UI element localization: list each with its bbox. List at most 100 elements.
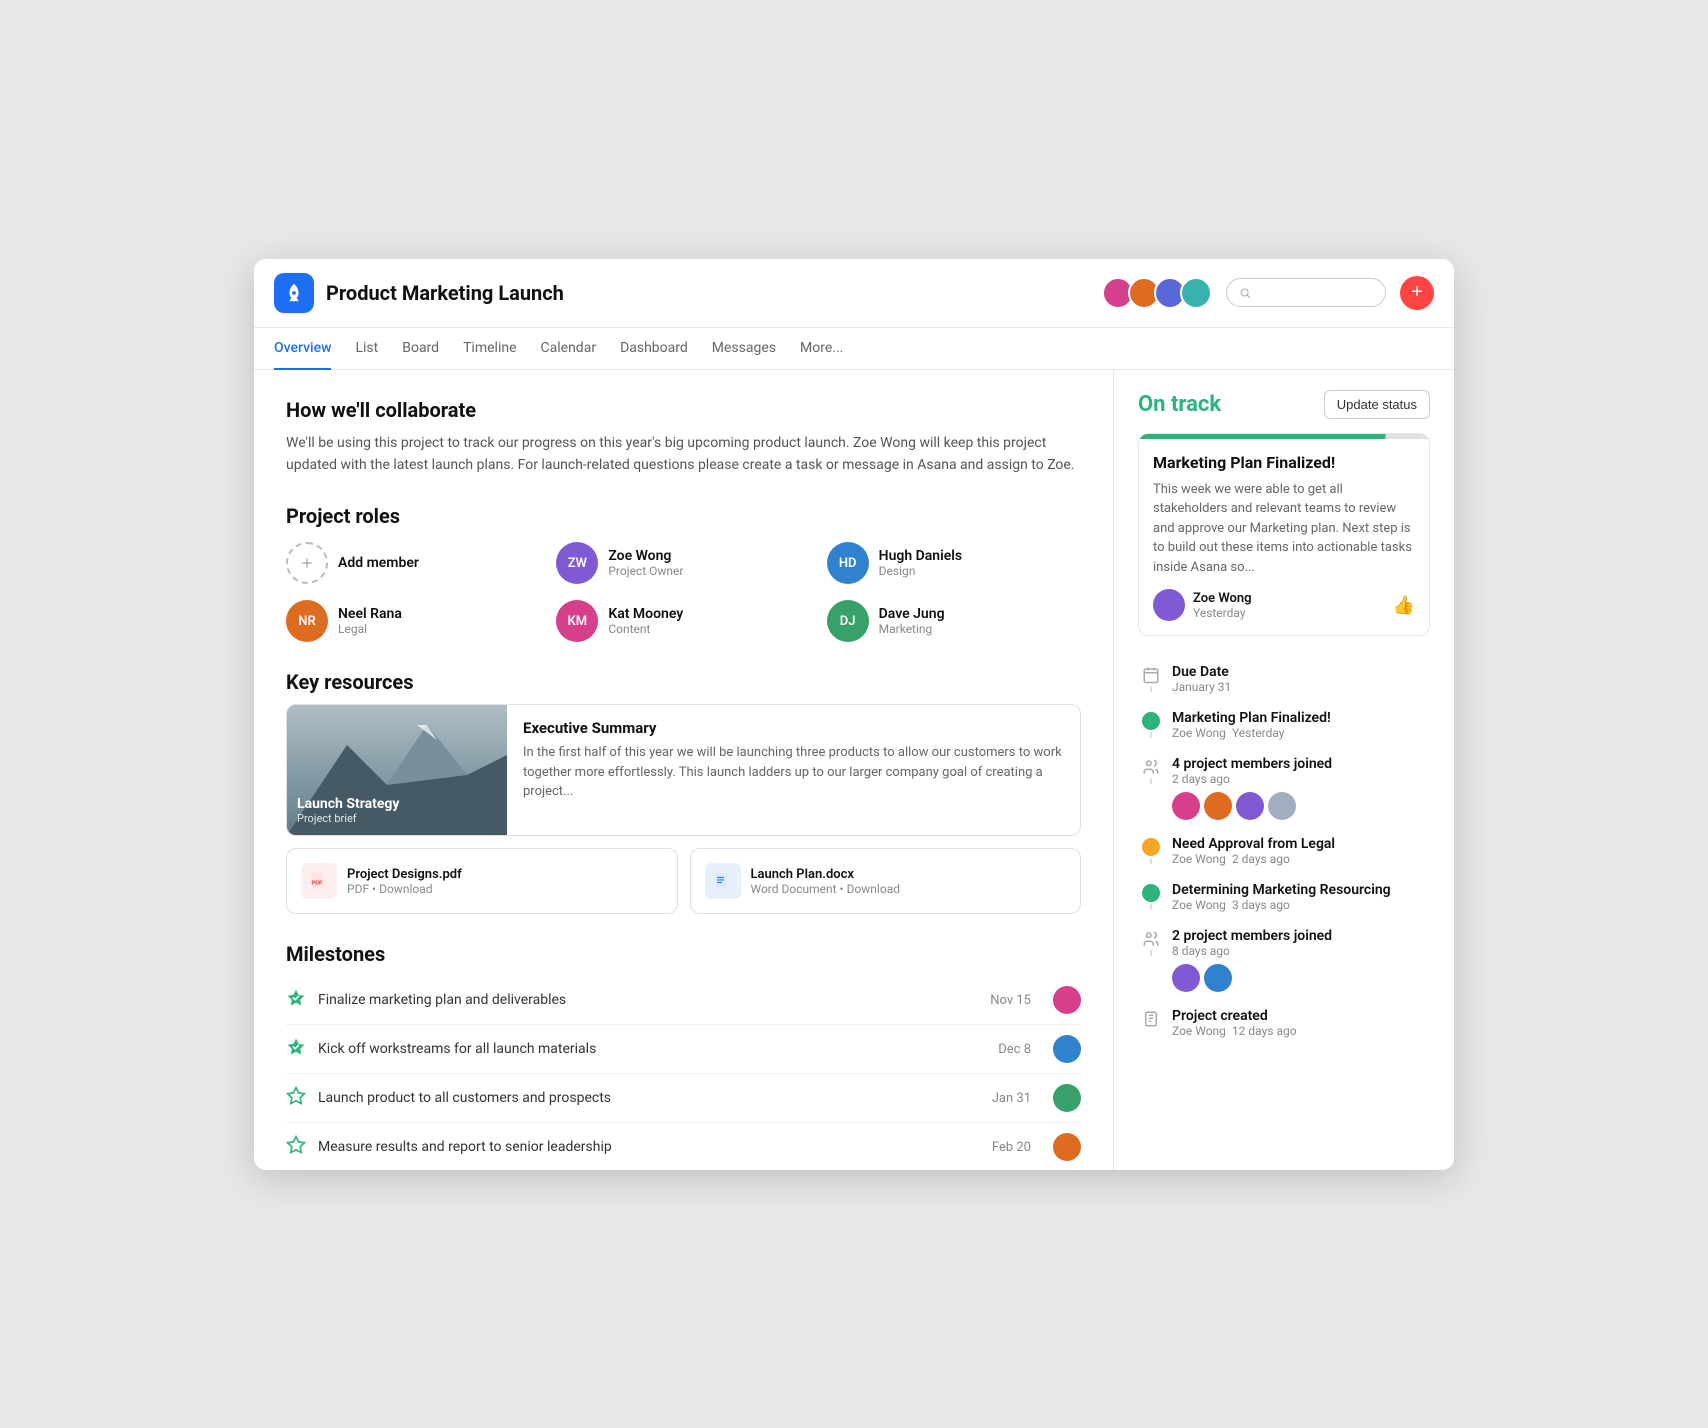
role-dave-jung: DJ Dave Jung Marketing [827, 600, 1081, 642]
doc-filename: Launch Plan.docx [751, 867, 900, 882]
marketing-finalized-author: Zoe Wong [1172, 726, 1226, 740]
resource-desc: Executive Summary In the first half of t… [507, 705, 1080, 835]
activity-timeline: Due Date January 31 Marketing Plan Final… [1138, 656, 1430, 1046]
author-avatar [1153, 589, 1185, 621]
legal-approval-time: 2 days ago [1232, 852, 1290, 866]
milestone-label-1: Finalize marketing plan and deliverables [318, 992, 978, 1008]
role-name-neel: Neel Rana [338, 606, 402, 622]
milestone-1: Finalize marketing plan and deliverables… [286, 976, 1081, 1025]
pdf-icon: PDF [301, 863, 337, 899]
collab-title: How we'll collaborate [286, 398, 1081, 422]
resource-image: Launch Strategy Project brief [287, 705, 507, 835]
tab-more[interactable]: More... [800, 328, 843, 370]
marketing-resourcing-time: 3 days ago [1232, 898, 1290, 912]
file-card-pdf[interactable]: PDF Project Designs.pdf PDF • Download [286, 848, 678, 914]
calendar-icon [1142, 666, 1160, 684]
resource-card-featured[interactable]: Launch Strategy Project brief Executive … [286, 704, 1081, 836]
top-bar: Product Marketing Launch + [254, 259, 1454, 328]
marketing-finalized-meta: Zoe Wong Yesterday [1172, 726, 1430, 740]
joined-av-3 [1236, 792, 1264, 820]
file-info-pdf: Project Designs.pdf PDF • Download [347, 867, 462, 896]
marketing-resourcing-label: Determining Marketing Resourcing [1172, 882, 1430, 898]
search-icon [1239, 286, 1251, 300]
collab-section: How we'll collaborate We'll be using thi… [286, 398, 1081, 477]
members-icon-2 [1142, 930, 1160, 948]
status-label: On track [1138, 392, 1221, 417]
author-time: Yesterday [1193, 606, 1252, 620]
right-panel: On track Update status Marketing Plan Fi… [1114, 370, 1454, 1170]
tab-board[interactable]: Board [402, 328, 439, 370]
tab-timeline[interactable]: Timeline [463, 328, 516, 370]
status-card-text: This week we were able to get all stakeh… [1153, 480, 1415, 578]
tab-list[interactable]: List [355, 328, 378, 370]
tab-calendar[interactable]: Calendar [541, 328, 597, 370]
avatar-zoe: ZW [556, 542, 598, 584]
nav-tabs: Overview List Board Timeline Calendar Da… [254, 328, 1454, 370]
role-title-zoe: Project Owner [608, 564, 683, 578]
role-hugh-daniels: HD Hugh Daniels Design [827, 542, 1081, 584]
role-title-kat: Content [608, 622, 683, 636]
left-panel: How we'll collaborate We'll be using thi… [254, 370, 1114, 1170]
add-member-item[interactable]: Add member [286, 542, 540, 584]
milestone-icon-2 [286, 1037, 306, 1061]
4-members-content: 4 project members joined 2 days ago [1172, 756, 1430, 820]
status-card-author: Zoe Wong Yesterday 👍 [1153, 589, 1415, 621]
timeline-legal-approval: Need Approval from Legal Zoe Wong 2 days… [1142, 828, 1430, 874]
update-status-button[interactable]: Update status [1324, 390, 1430, 419]
legal-approval-author: Zoe Wong [1172, 852, 1226, 866]
avatar-hugh: HD [827, 542, 869, 584]
file-card-doc[interactable]: Launch Plan.docx Word Document • Downloa… [690, 848, 1082, 914]
timeline-2-members: 2 project members joined 8 days ago [1142, 920, 1430, 1000]
search-input[interactable] [1257, 285, 1373, 300]
timeline-marketing-resourcing: Determining Marketing Resourcing Zoe Won… [1142, 874, 1430, 920]
milestone-icon-1 [286, 988, 306, 1012]
role-name-kat: Kat Mooney [608, 606, 683, 622]
joined-av-1 [1172, 792, 1200, 820]
resource-img-text: Launch Strategy Project brief [297, 796, 399, 825]
due-date-content: Due Date January 31 [1172, 664, 1430, 694]
role-zoe-wong: ZW Zoe Wong Project Owner [556, 542, 810, 584]
search-box[interactable] [1226, 278, 1386, 307]
roles-section: Project roles Add member ZW [286, 504, 1081, 642]
tab-dashboard[interactable]: Dashboard [620, 328, 688, 370]
legal-approval-label: Need Approval from Legal [1172, 836, 1430, 852]
milestone-2: Kick off workstreams for all launch mate… [286, 1025, 1081, 1074]
legal-approval-meta: Zoe Wong 2 days ago [1172, 852, 1430, 866]
milestone-date-1: Nov 15 [990, 993, 1031, 1008]
tab-overview[interactable]: Overview [274, 328, 331, 370]
milestone-date-2: Dec 8 [998, 1042, 1031, 1057]
4-members-time: 2 days ago [1172, 772, 1430, 786]
timeline-project-created: Project created Zoe Wong 12 days ago [1142, 1000, 1430, 1046]
like-button[interactable]: 👍 [1393, 595, 1415, 616]
role-title-hugh: Design [879, 564, 962, 578]
milestone-date-3: Jan 31 [992, 1091, 1031, 1106]
role-title-neel: Legal [338, 622, 402, 636]
joined-av-2 [1204, 792, 1232, 820]
milestones-title: Milestones [286, 942, 1081, 966]
milestone-label-4: Measure results and report to senior lea… [318, 1139, 980, 1155]
status-header: On track Update status [1138, 390, 1430, 419]
add-button[interactable]: + [1400, 276, 1434, 310]
timeline-line-3 [1150, 778, 1152, 784]
resources-section: Key resources [286, 670, 1081, 914]
app-window: Product Marketing Launch + Overview List… [254, 259, 1454, 1170]
add-member-label: Add member [338, 555, 419, 571]
milestone-avatar-1 [1053, 986, 1081, 1014]
project-created-author: Zoe Wong [1172, 1024, 1226, 1038]
milestone-icon-4 [286, 1135, 306, 1159]
tab-messages[interactable]: Messages [712, 328, 776, 370]
4-members-avatars [1172, 792, 1430, 820]
timeline-due-date: Due Date January 31 [1142, 656, 1430, 702]
author-info: Zoe Wong Yesterday [1153, 589, 1252, 621]
status-card-title: Marketing Plan Finalized! [1153, 453, 1415, 472]
dot-legal-approval [1142, 838, 1160, 856]
clipboard-icon [1142, 1010, 1160, 1028]
project-created-time: 12 days ago [1232, 1024, 1297, 1038]
project-created-label: Project created [1172, 1008, 1430, 1024]
joined2-av-2 [1204, 964, 1232, 992]
4-members-label: 4 project members joined [1172, 756, 1430, 772]
collab-description: We'll be using this project to track our… [286, 432, 1081, 477]
2-members-label: 2 project members joined [1172, 928, 1430, 944]
add-member-icon[interactable] [286, 542, 328, 584]
project-title: Product Marketing Launch [326, 281, 564, 305]
